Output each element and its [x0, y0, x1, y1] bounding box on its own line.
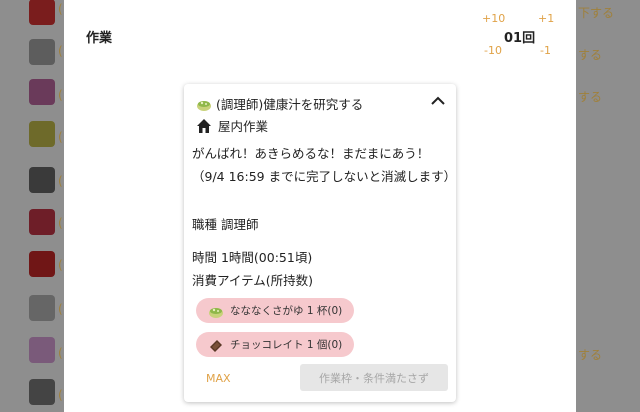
consume-item-chip[interactable]: チョッコレイト 1 個(0): [196, 332, 354, 357]
bg-paren: (: [58, 88, 63, 102]
bg-paren: (: [58, 346, 63, 360]
bg-item-stove: [22, 160, 62, 200]
home-icon: [197, 118, 211, 133]
job-time: 時間 1時間(00:51頃): [192, 250, 313, 265]
bg-paren: (: [58, 174, 63, 188]
bg-paren: (: [58, 44, 63, 58]
work-modal: 作業 +10 +1 01回 -10 -1 (調理師)健康汁を研究する 屋内作業 …: [64, 0, 576, 412]
chocolate-icon: [210, 339, 222, 352]
modal-title: 作業: [86, 31, 113, 46]
bg-item-tomato: [22, 244, 62, 284]
bg-paren: (: [58, 2, 63, 16]
repeat-count: 01回: [504, 31, 536, 46]
work-type: 屋内作業: [196, 116, 268, 135]
plus-1-button[interactable]: +1: [538, 12, 554, 25]
minus-1-button[interactable]: -1: [540, 44, 551, 57]
job-title-text: (調理師)健康汁を研究する: [216, 97, 364, 112]
bg-paren: (: [58, 216, 63, 230]
bg-item-bucket: [22, 288, 62, 328]
start-work-button[interactable]: 作業枠・条件満たさず: [300, 364, 448, 391]
consume-item-label: なななくさがゆ 1 杯(0): [230, 305, 343, 317]
job-description: がんばれ！あきらめるな！まだまにあう！（9/4 16:59 までに完了しないと消…: [192, 146, 457, 184]
job-card: (調理師)健康汁を研究する 屋内作業 がんばれ！あきらめるな！まだまにあう！（9…: [184, 84, 456, 402]
bg-paren: (: [58, 258, 63, 272]
bg-item-strawberry: [22, 0, 62, 32]
bg-item-pillow: [22, 330, 62, 370]
bg-item-potion: [22, 202, 62, 242]
minus-10-button[interactable]: -10: [484, 44, 502, 57]
bg-right-label: する: [578, 90, 603, 104]
bg-item-robot: [22, 32, 62, 72]
bg-paren: (: [58, 130, 63, 144]
bg-item-wheel: [22, 372, 62, 412]
job-class: 職種 調理師: [192, 217, 259, 232]
bg-item-card: [22, 72, 62, 112]
chevron-up-icon[interactable]: [431, 96, 445, 106]
consume-items-label: 消費アイテム(所持数): [192, 273, 314, 288]
bg-right-label: する: [578, 348, 603, 362]
consume-item-label: チョッコレイト 1 個(0): [230, 339, 343, 351]
consume-item-chip[interactable]: なななくさがゆ 1 杯(0): [196, 298, 354, 323]
bg-paren: (: [58, 388, 63, 402]
job-title: (調理師)健康汁を研究する: [196, 94, 363, 113]
bg-paren: (: [58, 302, 63, 316]
porridge-icon: [209, 307, 223, 318]
bg-right-label: 下する: [578, 6, 615, 20]
work-type-label: 屋内作業: [218, 119, 269, 134]
plus-10-button[interactable]: +10: [482, 12, 505, 25]
max-button[interactable]: MAX: [206, 372, 231, 385]
bg-right-label: する: [578, 48, 603, 62]
porridge-icon: [197, 100, 211, 111]
bg-item-cake: [22, 114, 62, 154]
